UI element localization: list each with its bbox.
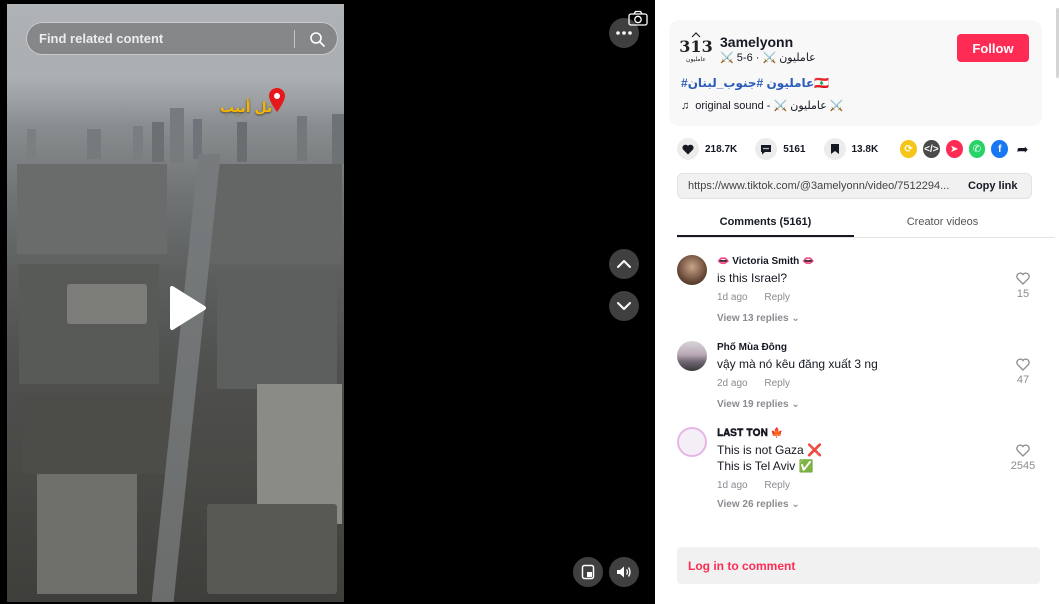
video-url[interactable]: https://www.tiktok.com/@3amelyonn/video/… — [688, 180, 958, 192]
heart-outline-icon — [1016, 358, 1030, 371]
reply-button[interactable]: Reply — [764, 378, 790, 389]
sound-title: original sound - ⚔️ عامليون ⚔️ — [695, 100, 844, 112]
tab-creator-videos[interactable]: Creator videos — [854, 210, 1031, 237]
ellipsis-icon — [616, 31, 632, 35]
engagement-bar: 218.7K 5161 13.8K ⟳ </> ➤ ✆ f ➦ — [677, 137, 1037, 161]
comment-button[interactable]: 5161 — [755, 138, 806, 160]
heart-outline-icon — [1016, 444, 1030, 457]
comment-like-button[interactable]: 15 — [1005, 272, 1041, 300]
video-hashtags[interactable]: #عامليون #جنوب_لبنان🇱🇧 — [681, 76, 829, 90]
whatsapp-icon[interactable]: ✆ — [968, 140, 986, 158]
like-count: 218.7K — [705, 143, 738, 155]
volume-button[interactable] — [609, 557, 639, 587]
commenter-avatar[interactable] — [677, 255, 707, 285]
send-icon[interactable]: ➤ — [945, 140, 963, 158]
comment-time: 2d ago — [717, 378, 748, 389]
copy-link-button[interactable]: Copy link — [968, 180, 1018, 192]
author-avatar[interactable]: 313 عامليون — [679, 32, 713, 72]
details-panel: 313 عامليون 3amelyonn ⚔️ عامليون ⚔️ · 6-… — [655, 0, 1060, 604]
next-video-button[interactable] — [609, 291, 639, 321]
reply-button[interactable]: Reply — [764, 292, 790, 303]
comment-item: 👄 Victoria Smith 👄 is this Israel? 1d ag… — [677, 250, 1047, 336]
chevron-down-icon — [617, 302, 631, 310]
volume-icon — [617, 566, 631, 578]
tiktok-video-page: Find related content تل أبيب 313 عامليون… — [0, 0, 1060, 604]
commenter-name[interactable]: 𝐋𝐀𝐒𝐓 𝐓𝐎𝐍 🍁 — [717, 428, 783, 439]
share-arrow-icon[interactable]: ➦ — [1014, 140, 1031, 158]
music-note-icon: ♫ — [681, 99, 690, 112]
comment-like-button[interactable]: 47 — [1005, 358, 1041, 386]
view-replies-button[interactable]: View 13 replies ⌄ — [717, 313, 800, 324]
video-link-box: https://www.tiktok.com/@3amelyonn/video/… — [677, 173, 1032, 199]
comment-icon — [755, 138, 778, 160]
save-button[interactable]: 13.8K — [823, 138, 879, 160]
video-frame[interactable]: Find related content تل أبيب — [7, 4, 344, 602]
commenter-avatar[interactable] — [677, 427, 707, 457]
video-player[interactable]: Find related content تل أبيب — [0, 0, 655, 604]
search-placeholder: Find related content — [39, 31, 164, 46]
chevron-up-icon — [617, 260, 631, 268]
embed-icon[interactable]: </> — [922, 140, 940, 158]
comment-like-count: 15 — [1016, 288, 1030, 300]
commenter-avatar[interactable] — [677, 341, 707, 371]
comment-meta: 1d ago Reply — [717, 480, 804, 491]
commenter-name[interactable]: 👄 Victoria Smith 👄 — [717, 256, 815, 267]
comment-like-count: 47 — [1016, 374, 1030, 386]
repost-icon[interactable]: ⟳ — [900, 140, 917, 158]
comment-item: 𝐋𝐀𝐒𝐓 𝐓𝐎𝐍 🍁 This is not Gaza ❌ This is Te… — [677, 422, 1047, 522]
heart-outline-icon — [1016, 272, 1030, 285]
facebook-icon[interactable]: f — [991, 140, 1009, 158]
comment-time: 1d ago — [717, 480, 748, 491]
like-button[interactable]: 218.7K — [677, 138, 737, 160]
chevron-down-icon: ⌄ — [791, 313, 800, 324]
comment-like-count: 2545 — [1010, 460, 1036, 472]
comment-item: Phố Mùa Đông vậy mà nó kêu đăng xuất 3 n… — [677, 336, 1047, 422]
comment-list: 👄 Victoria Smith 👄 is this Israel? 1d ag… — [677, 250, 1047, 530]
search-icon[interactable] — [303, 25, 331, 53]
chevron-down-icon: ⌄ — [791, 499, 800, 510]
location-overlay-text: تل أبيب — [220, 99, 273, 115]
author-card: 313 عامليون 3amelyonn ⚔️ عامليون ⚔️ · 6-… — [669, 20, 1042, 126]
bookmark-icon — [823, 138, 846, 160]
camera-icon[interactable] — [628, 10, 648, 31]
comment-text: is this Israel? — [717, 271, 788, 285]
commenter-name[interactable]: Phố Mùa Đông — [717, 342, 787, 353]
comment-count: 5161 — [783, 143, 806, 155]
comment-like-button[interactable]: 2545 — [1005, 444, 1041, 472]
panel-scrollbar[interactable] — [1056, 8, 1059, 78]
comment-meta: 2d ago Reply — [717, 378, 804, 389]
comment-time: 1d ago — [717, 292, 748, 303]
mini-player-button[interactable] — [573, 557, 603, 587]
location-pin-icon — [269, 88, 285, 117]
comment-text: vậy mà nó kêu đăng xuất 3 ng — [717, 357, 878, 371]
previous-video-button[interactable] — [609, 249, 639, 279]
view-replies-button[interactable]: View 26 replies ⌄ — [717, 499, 800, 510]
author-username[interactable]: 3amelyonn — [720, 34, 793, 50]
panel-tabs: Comments (5161) Creator videos — [677, 210, 1055, 238]
avatar-logo-subtext: عامليون — [686, 57, 706, 63]
view-replies-button[interactable]: View 19 replies ⌄ — [717, 399, 800, 410]
reply-button[interactable]: Reply — [764, 480, 790, 491]
heart-icon — [677, 138, 699, 160]
search-input[interactable]: Find related content — [26, 22, 338, 55]
save-count: 13.8K — [851, 143, 879, 155]
tab-comments[interactable]: Comments (5161) — [677, 210, 854, 237]
chevron-down-icon: ⌄ — [791, 399, 800, 410]
author-nickname-date: ⚔️ عامليون ⚔️ · 6-5 — [720, 52, 816, 64]
sound-link[interactable]: ♫ original sound - ⚔️ عامليون ⚔️ — [681, 99, 844, 113]
mini-player-icon — [581, 564, 595, 580]
avatar-logo-text: 313 — [679, 37, 713, 56]
comment-text: This is not Gaza ❌ This is Tel Aviv ✅ — [717, 443, 822, 473]
login-to-comment-button[interactable]: Log in to comment — [677, 547, 1040, 584]
comment-meta: 1d ago Reply — [717, 292, 804, 303]
search-divider — [294, 29, 295, 48]
follow-button[interactable]: Follow — [957, 34, 1029, 62]
play-button[interactable] — [162, 284, 210, 332]
